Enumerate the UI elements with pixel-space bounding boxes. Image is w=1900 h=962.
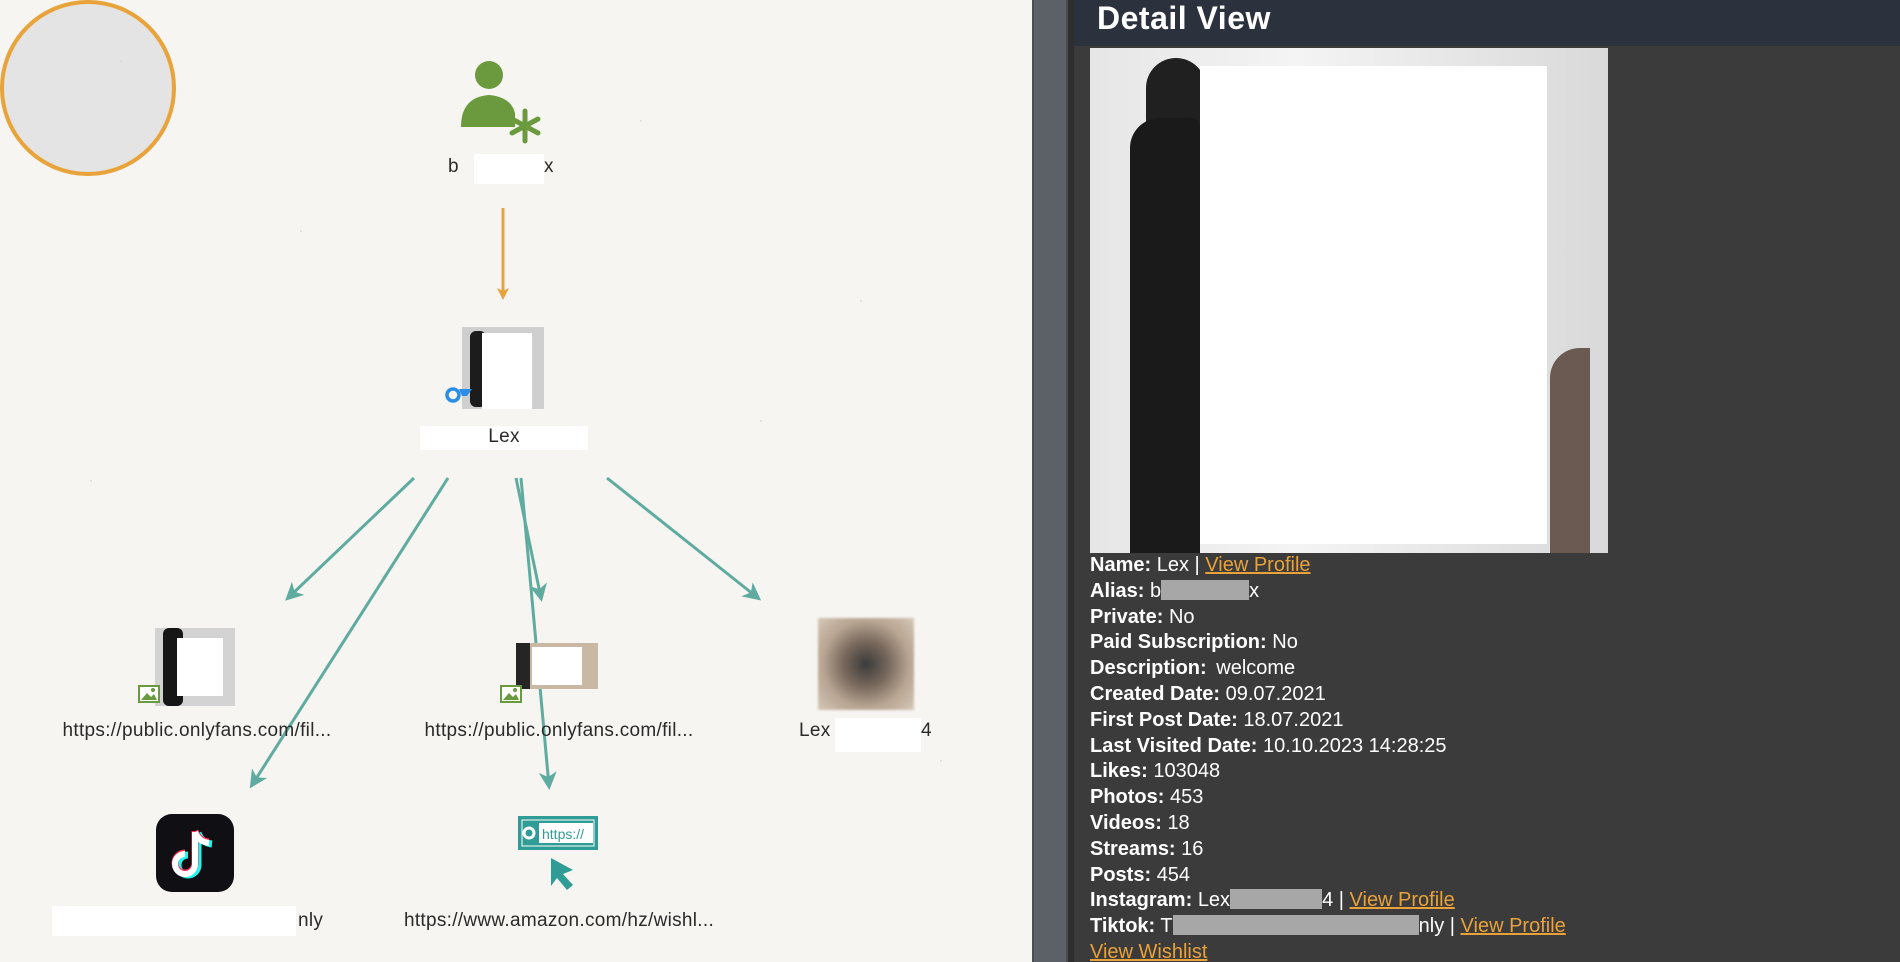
field-tiktok-value-start: T	[1160, 915, 1173, 938]
profile-fields: Name: Lex | View Profile Alias: b x Priva…	[1090, 553, 1890, 962]
field-streams: Streams: 16	[1090, 837, 1890, 863]
field-instagram-key: Instagram:	[1090, 889, 1193, 912]
field-private-value: No	[1168, 605, 1195, 628]
image-node-2-label: https://public.onlyfans.com/fil...	[424, 720, 694, 741]
field-private-key: Private:	[1090, 605, 1164, 628]
field-alias: Alias: b x	[1090, 579, 1890, 605]
onlyfans-icon	[445, 387, 472, 403]
alias-label-end: x	[544, 156, 554, 177]
redaction-mask	[1161, 579, 1250, 600]
field-instagram-value-end: 4	[1322, 889, 1334, 912]
field-likes-value: 103048	[1153, 760, 1221, 783]
view-wishlist-link[interactable]: View Wishlist	[1090, 941, 1207, 962]
graph-canvas[interactable]: b x Lex https://public.onlyfans.com/fil.…	[0, 0, 1032, 962]
panel-splitter[interactable]	[1032, 0, 1068, 962]
field-instagram-value-start: Lex	[1197, 889, 1231, 912]
field-instagram: Instagram: Lex 4 | View Profile	[1090, 888, 1890, 914]
wishlist-node[interactable]: https://	[517, 814, 599, 892]
url-icon-text: https://	[542, 826, 584, 842]
field-name-value: Lex	[1156, 554, 1189, 576]
field-name-key: Name:	[1090, 554, 1152, 576]
field-alias-value-start: b	[1150, 579, 1162, 602]
user-add-icon	[461, 61, 541, 144]
field-streams-value: 16	[1181, 837, 1204, 860]
instagram-node[interactable]	[818, 618, 914, 710]
instagram-view-profile-link[interactable]: View Profile	[1350, 889, 1455, 911]
field-photos: Photos: 453	[1090, 785, 1890, 811]
image-node-2[interactable]	[516, 643, 598, 689]
field-description: Description: welcome	[1090, 656, 1890, 682]
field-alias-key: Alias:	[1090, 579, 1145, 602]
image-icon	[138, 685, 160, 703]
field-created-date-key: Created Date:	[1090, 682, 1221, 705]
field-created-date: Created Date: 09.07.2021	[1090, 682, 1890, 708]
field-streams-key: Streams:	[1090, 837, 1176, 860]
field-first-post-date: First Post Date: 18.07.2021	[1090, 708, 1890, 734]
redaction-mask	[1230, 889, 1323, 910]
alias-label-start: b	[448, 156, 459, 177]
edge-to-image-1[interactable]	[285, 476, 416, 601]
separator: |	[1194, 554, 1200, 576]
alias-node[interactable]	[455, 55, 545, 147]
redaction-mask	[835, 718, 921, 752]
redaction-mask	[1172, 914, 1419, 935]
field-posts-value: 454	[1156, 863, 1191, 886]
wishlist-node-label: https://www.amazon.com/hz/wishl...	[403, 910, 715, 931]
field-likes-key: Likes:	[1090, 760, 1148, 783]
detail-title: Detail View	[1097, 0, 1271, 36]
field-wishlist: View Wishlist	[1090, 940, 1890, 962]
separator: |	[1338, 889, 1344, 912]
instagram-label-end: 4	[921, 720, 932, 741]
field-paid-subscription-value: No	[1272, 631, 1298, 654]
field-videos-value: 18	[1167, 811, 1190, 834]
field-created-date-value: 09.07.2021	[1225, 682, 1326, 705]
field-paid-subscription: Paid Subscription: No	[1090, 630, 1890, 656]
field-first-post-date-value: 18.07.2021	[1243, 708, 1344, 731]
field-photos-key: Photos:	[1090, 786, 1165, 809]
detail-panel: Detail View Name: Lex | View Profile Ali…	[1074, 0, 1900, 962]
redaction-mask	[52, 906, 296, 936]
field-last-visited-date-key: Last Visited Date:	[1090, 734, 1258, 757]
url-link-icon: https://	[518, 816, 598, 890]
profile-node-photo	[462, 327, 544, 409]
profile-photo	[1090, 48, 1608, 553]
view-profile-link[interactable]: View Profile	[1205, 554, 1310, 576]
profile-node-label: Lex	[488, 426, 520, 447]
image-icon	[500, 685, 522, 703]
field-name: Name: Lex | View Profile	[1090, 553, 1890, 579]
field-description-key: Description:	[1090, 657, 1207, 680]
field-last-visited-date-value: 10.10.2023 14:28:25	[1263, 734, 1447, 757]
field-private: Private: No	[1090, 605, 1890, 631]
edge-to-instagram[interactable]	[606, 476, 762, 601]
field-posts: Posts: 454	[1090, 863, 1890, 889]
field-alias-value-end: x	[1249, 579, 1260, 602]
field-videos-key: Videos:	[1090, 811, 1162, 834]
tiktok-view-profile-link[interactable]: View Profile	[1461, 915, 1566, 937]
field-posts-key: Posts:	[1090, 863, 1152, 886]
tiktok-node[interactable]	[156, 814, 234, 892]
tiktok-label-end: nly	[298, 910, 324, 931]
field-videos: Videos: 18	[1090, 811, 1890, 837]
edge-to-image-2[interactable]	[514, 477, 547, 602]
field-last-visited-date: Last Visited Date: 10.10.2023 14:28:25	[1090, 734, 1890, 760]
field-paid-subscription-key: Paid Subscription:	[1090, 631, 1267, 654]
redaction-mask	[474, 154, 544, 184]
field-tiktok: Tiktok: Tnly | View Profile	[1090, 914, 1890, 940]
instagram-label-start: Lex	[799, 720, 831, 741]
image-node-1-label: https://public.onlyfans.com/fil...	[62, 720, 332, 741]
separator: |	[1449, 915, 1455, 938]
field-photos-value: 453	[1170, 786, 1204, 809]
field-description-value: welcome	[1216, 657, 1296, 680]
image-node-1[interactable]	[155, 628, 235, 706]
detail-header: Detail View	[1074, 0, 1900, 46]
tiktok-icon	[171, 829, 213, 879]
redaction-mask	[1200, 66, 1547, 544]
field-likes: Likes: 103048	[1090, 759, 1890, 785]
field-first-post-date-key: First Post Date:	[1090, 708, 1238, 731]
field-tiktok-value-end: nly	[1418, 915, 1445, 938]
field-tiktok-key: Tiktok:	[1090, 915, 1156, 938]
